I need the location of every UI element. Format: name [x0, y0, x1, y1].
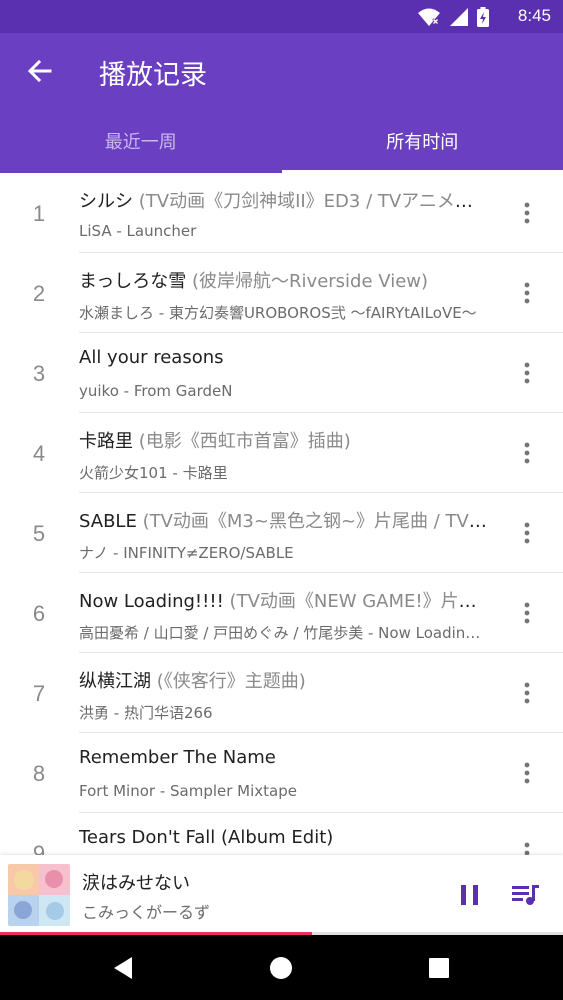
song-title: SABLE [79, 511, 137, 532]
artist-album: 火箭少女101 - 卡路里 [79, 464, 228, 482]
page-title: 播放记录 [99, 60, 207, 91]
clock: 8:45 [517, 6, 551, 25]
list-item[interactable]: 8 Remember The Name Fort Minor - Sampler… [0, 733, 563, 813]
song-title-line: Tears Don't Fall (Album Edit) [79, 827, 489, 848]
artist-album: 水瀬ましろ - 東方幻奏響UROBOROS弐 ～fAIRYtAILoVE～ [79, 304, 477, 322]
more-vert-icon[interactable] [515, 200, 539, 226]
song-title-line: All your reasons [79, 347, 489, 368]
rank-number: 7 [32, 681, 46, 706]
wifi-icon [418, 8, 440, 26]
song-title: 卡路里 [79, 431, 133, 452]
tab-label: 最近一周 [104, 132, 177, 153]
list-item[interactable]: 6 Now Loading!!!! (TV动画《NEW GAME!》片尾曲) 高… [0, 573, 563, 653]
song-title: Tears Don't Fall (Album Edit) [79, 827, 334, 848]
back-arrow-icon[interactable] [24, 55, 56, 87]
now-playing-title: 涙はみせない [82, 873, 190, 894]
pause-icon[interactable] [456, 881, 484, 909]
more-vert-icon[interactable] [515, 360, 539, 386]
more-vert-icon[interactable] [515, 600, 539, 626]
song-title-line: シルシ (TV动画《刀剑神域II》ED3 / TVアニメ「ソードアート・オンライ… [79, 187, 489, 213]
play-history-list[interactable]: 1 シルシ (TV动画《刀剑神域II》ED3 / TVアニメ「ソードアート・オン… [0, 173, 563, 855]
rank-number: 2 [32, 281, 46, 306]
song-title-line: 纵横江湖 (《侠客行》主题曲) [79, 667, 489, 693]
status-bar: 8:45 [0, 0, 563, 33]
status-icons [417, 7, 489, 27]
song-title-line: SABLE (TV动画《M3~黑色之钢~》片尾曲 / TVアニメ「M3〜ソノ黑キ… [79, 507, 489, 533]
more-vert-icon[interactable] [515, 440, 539, 466]
rank-number: 4 [32, 441, 46, 466]
list-item[interactable]: 3 All your reasons yuiko - From GardeN [0, 333, 563, 413]
song-title-line: 卡路里 (电影《西虹市首富》插曲) [79, 427, 489, 453]
song-subtitle: (TV动画《NEW GAME!》片尾曲) [229, 591, 489, 612]
rank-number: 8 [32, 761, 46, 786]
nav-home-icon[interactable] [264, 951, 298, 985]
list-item[interactable]: 2 まっしろな雪 (彼岸帰航～Riverside View) 水瀬ましろ - 東… [0, 253, 563, 333]
nav-back-icon[interactable] [106, 951, 140, 985]
album-art[interactable] [8, 864, 70, 926]
song-title: 纵横江湖 [79, 671, 151, 692]
list-item[interactable]: 4 卡路里 (电影《西虹市首富》插曲) 火箭少女101 - 卡路里 [0, 413, 563, 493]
rank-number: 3 [32, 361, 46, 386]
list-item[interactable]: 1 シルシ (TV动画《刀剑神域II》ED3 / TVアニメ「ソードアート・オン… [0, 173, 563, 253]
song-subtitle: (《侠客行》主题曲) [156, 671, 306, 692]
song-title: まっしろな雪 [79, 271, 187, 292]
artist-album: 洪勇 - 热门华语266 [79, 704, 213, 722]
artist-album: yuiko - From GardeN [79, 382, 233, 400]
song-subtitle: (彼岸帰航～Riverside View) [192, 271, 429, 292]
artist-album: LiSA - Launcher [79, 222, 197, 240]
now-playing-bar[interactable]: 涙はみせない こみっくがーるず [0, 855, 563, 935]
queue-music-icon[interactable] [510, 881, 540, 909]
artist-album: 高田憂希 / 山口愛 / 戸田めぐみ / 竹尾歩美 - Now Loading!… [79, 624, 489, 642]
more-vert-icon[interactable] [515, 760, 539, 786]
tab-label: 所有时间 [386, 132, 459, 153]
artist-album: ナノ - INFINITY≠ZERO/SABLE [79, 544, 294, 562]
rank-number: 6 [32, 601, 46, 626]
artist-album: Fort Minor - Sampler Mixtape [79, 782, 297, 800]
list-item[interactable]: 9 Tears Don't Fall (Album Edit) [0, 813, 563, 855]
song-title-line: まっしろな雪 (彼岸帰航～Riverside View) [79, 267, 489, 293]
song-subtitle: (电影《西虹市首富》插曲) [138, 431, 351, 452]
song-title: Now Loading!!!! [79, 591, 224, 612]
list-item[interactable]: 5 SABLE (TV动画《M3~黑色之钢~》片尾曲 / TVアニメ「M3〜ソノ… [0, 493, 563, 573]
song-title: シルシ [79, 191, 133, 212]
rank-number: 9 [32, 841, 46, 855]
rank-number: 5 [32, 521, 46, 546]
list-item[interactable]: 7 纵横江湖 (《侠客行》主题曲) 洪勇 - 热门华语266 [0, 653, 563, 733]
more-vert-icon[interactable] [515, 280, 539, 306]
now-playing-artist: こみっくがーるず [82, 903, 211, 922]
battery-icon [477, 7, 489, 27]
app-bar: 播放记录 最近一周 所有时间 [0, 33, 563, 173]
more-vert-icon[interactable] [515, 680, 539, 706]
more-vert-icon[interactable] [515, 840, 539, 855]
tab-all-time[interactable]: 所有时间 [281, 123, 563, 173]
song-title: All your reasons [79, 347, 224, 368]
song-title-line: Remember The Name [79, 747, 489, 768]
song-title: Remember The Name [79, 747, 276, 768]
song-subtitle: (TV动画《M3~黑色之钢~》片尾曲 / TVアニメ「M3〜ソノ黑キ鋼〜」ED) [142, 511, 489, 532]
song-title-line: Now Loading!!!! (TV动画《NEW GAME!》片尾曲) [79, 587, 489, 613]
more-vert-icon[interactable] [515, 520, 539, 546]
tab-bar: 最近一周 所有时间 [0, 123, 563, 173]
system-nav-bar [0, 935, 563, 1000]
tab-last-week[interactable]: 最近一周 [0, 123, 282, 173]
song-subtitle: (TV动画《刀剑神域II》ED3 / TVアニメ「ソードアート・オンラインII」… [138, 191, 489, 212]
cell-signal-icon [450, 8, 468, 26]
nav-recents-icon[interactable] [422, 951, 456, 985]
rank-number: 1 [32, 201, 46, 226]
